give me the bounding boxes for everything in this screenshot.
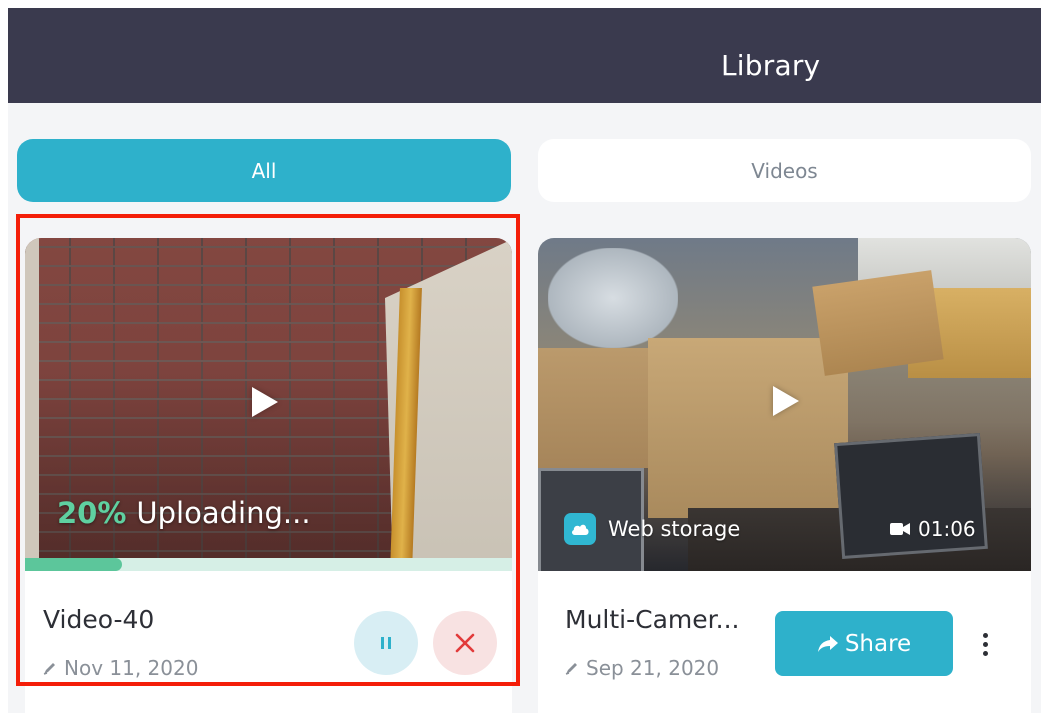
- video-title: Multi-Camer...: [565, 605, 740, 634]
- play-icon[interactable]: [773, 386, 799, 416]
- video-camera-icon: [890, 523, 910, 535]
- library-screen: Library All Videos 20% Uploading... Video…: [0, 0, 1041, 713]
- upload-status-label: Uploading...: [136, 496, 311, 530]
- cloud-icon: [564, 513, 596, 545]
- thumbnail-detail: [548, 248, 678, 348]
- cancel-upload-button[interactable]: [433, 611, 497, 675]
- video-date-text: Sep 21, 2020: [586, 656, 720, 680]
- pause-icon: [381, 637, 391, 649]
- pencil-icon: [565, 663, 577, 675]
- play-icon[interactable]: [252, 387, 278, 417]
- pause-upload-button[interactable]: [354, 611, 418, 675]
- more-vertical-icon: [982, 650, 988, 656]
- video-thumbnail[interactable]: Web storage 01:06: [538, 238, 1031, 571]
- more-vertical-icon: [982, 632, 988, 638]
- tab-videos-label: Videos: [751, 158, 818, 183]
- close-icon: [455, 633, 475, 653]
- video-date: Nov 11, 2020: [43, 656, 198, 680]
- app-header: Library: [8, 8, 1041, 103]
- share-label: Share: [844, 630, 912, 657]
- upload-progress-fill: [25, 558, 123, 571]
- duration-text: 01:06: [918, 517, 976, 541]
- upload-percent: 20%: [57, 496, 127, 530]
- video-date-text: Nov 11, 2020: [64, 656, 199, 680]
- video-thumbnail[interactable]: 20% Uploading...: [25, 238, 512, 571]
- tab-all-label: All: [251, 158, 277, 183]
- thumbnail-detail: [648, 338, 848, 518]
- tab-all[interactable]: All: [17, 139, 511, 202]
- share-arrow-icon: [817, 635, 838, 652]
- video-card[interactable]: Web storage 01:06 Multi-Camer... Sep 21,…: [538, 238, 1031, 713]
- thumbnail-detail: [25, 238, 39, 571]
- storage-label: Web storage: [608, 517, 741, 541]
- storage-badge: Web storage: [564, 513, 740, 545]
- video-duration: 01:06: [890, 517, 976, 541]
- video-date: Sep 21, 2020: [565, 656, 719, 680]
- upload-progress-bar: [25, 558, 512, 571]
- page-title: Library: [721, 49, 821, 82]
- video-card[interactable]: 20% Uploading... Video-40 Nov 11, 2020: [25, 238, 512, 713]
- pencil-icon: [43, 663, 55, 675]
- tab-videos[interactable]: Videos: [538, 139, 1031, 202]
- more-vertical-icon: [982, 641, 988, 647]
- thumbnail-detail: [812, 270, 944, 376]
- upload-status: 20% Uploading...: [57, 496, 311, 530]
- video-title: Video-40: [43, 605, 155, 634]
- share-button[interactable]: Share: [775, 611, 953, 676]
- more-options-button[interactable]: [973, 626, 997, 662]
